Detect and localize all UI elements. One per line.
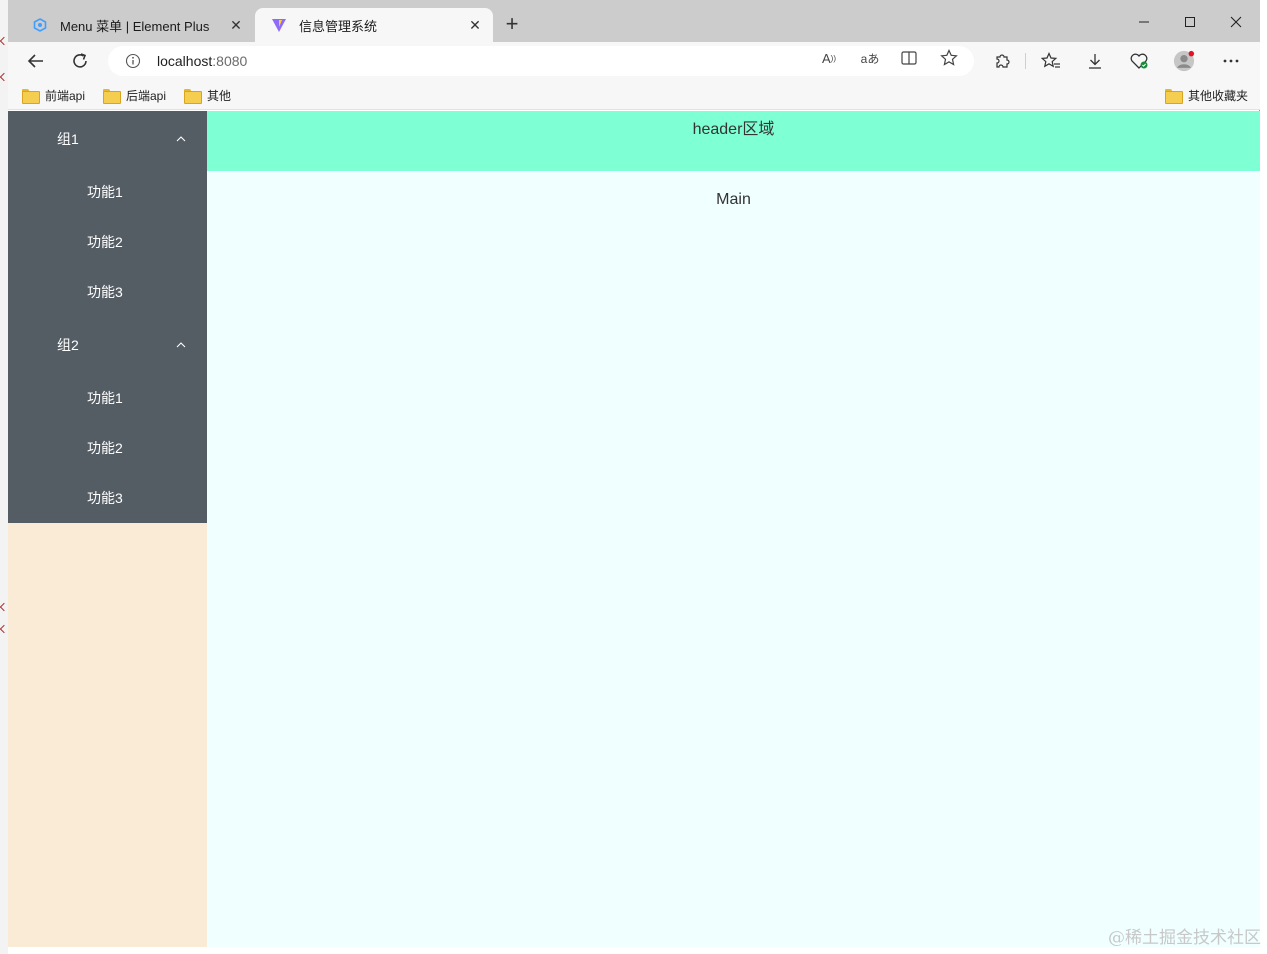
background-marker (0, 624, 9, 634)
translate-icon[interactable]: aあ (859, 49, 881, 67)
split-screen-icon[interactable] (899, 49, 919, 67)
back-arrow-icon[interactable] (22, 47, 50, 75)
menu-group-label: 组1 (57, 131, 79, 147)
bookmarks-bar: 前端api 后端api 其他 其他收藏夹 (8, 80, 1260, 110)
downloads-icon[interactable] (1084, 50, 1106, 72)
more-menu-icon[interactable] (1220, 50, 1242, 72)
page-header: header区域 (207, 111, 1260, 171)
bookmark-folder[interactable]: 后端api (103, 85, 166, 105)
other-favorites-folder[interactable]: 其他收藏夹 (1165, 85, 1248, 105)
page-viewport: 组1 功能1 功能2 功能3 组2 功能1 功能2 功能3 header区域 M… (8, 111, 1260, 947)
menu-item-label: 功能1 (87, 184, 123, 200)
menu-item-label: 功能3 (87, 490, 123, 506)
main-text: Main (716, 191, 751, 208)
bookmark-label: 后端api (126, 88, 167, 103)
menu-group-label: 组2 (57, 337, 79, 353)
bookmark-folder[interactable]: 其他 (184, 85, 231, 105)
close-window-icon[interactable] (1213, 8, 1259, 36)
menu-item-label: 功能3 (87, 284, 123, 300)
browser-toolbar: localhost:8080 A)) aあ (8, 42, 1260, 80)
translate-label: aあ (860, 51, 880, 66)
bookmark-label: 其他 (207, 88, 232, 103)
background-marker (0, 36, 9, 46)
info-icon[interactable] (125, 53, 141, 69)
close-tab-icon[interactable]: ✕ (467, 17, 483, 33)
refresh-icon[interactable] (66, 47, 94, 75)
element-plus-icon (32, 17, 48, 33)
menu-item-g2-feature1[interactable]: 功能1 (8, 373, 207, 423)
background-marker (0, 602, 9, 612)
minimize-icon[interactable] (1121, 8, 1167, 36)
menu-group-2[interactable]: 组2 (8, 317, 207, 373)
background-window-strip (0, 0, 9, 954)
tab-info-system[interactable]: 信息管理系统 ✕ (255, 8, 493, 42)
background-marker (0, 72, 9, 82)
tab-strip: Menu 菜单 | Element Plus ✕ 信息管理系统 ✕ + (8, 0, 1260, 42)
tab-title: 信息管理系统 (299, 18, 378, 34)
tab-title: Menu 菜单 | Element Plus (60, 18, 210, 34)
vite-icon (271, 17, 287, 33)
close-tab-icon[interactable]: ✕ (228, 17, 244, 33)
menu-item-g1-feature1[interactable]: 功能1 (8, 167, 207, 217)
folder-icon (184, 88, 202, 104)
page-main: Main (207, 171, 1260, 947)
bookmark-label: 前端api (45, 88, 86, 103)
browser-window: Menu 菜单 | Element Plus ✕ 信息管理系统 ✕ + loca… (8, 0, 1260, 947)
new-tab-icon[interactable]: + (500, 13, 524, 37)
menu-item-label: 功能2 (87, 234, 123, 250)
menu-item-label: 功能2 (87, 440, 123, 456)
menu-item-label: 功能1 (87, 390, 123, 406)
menu-item-g2-feature3[interactable]: 功能3 (8, 473, 207, 523)
folder-icon (1165, 88, 1183, 104)
aside: 组1 功能1 功能2 功能3 组2 功能1 功能2 功能3 (8, 111, 207, 947)
menu-item-g2-feature2[interactable]: 功能2 (8, 423, 207, 473)
chevron-up-icon (175, 339, 187, 351)
menu-group-1[interactable]: 组1 (8, 111, 207, 167)
read-aloud-icon[interactable]: A)) (819, 49, 839, 67)
url-text: localhost:8080 (157, 53, 247, 69)
sidebar-menu: 组1 功能1 功能2 功能3 组2 功能1 功能2 功能3 (8, 111, 207, 523)
tab-element-plus[interactable]: Menu 菜单 | Element Plus ✕ (16, 8, 254, 42)
menu-item-g1-feature2[interactable]: 功能2 (8, 217, 207, 267)
menu-item-g1-feature3[interactable]: 功能3 (8, 267, 207, 317)
chevron-up-icon (175, 133, 187, 145)
folder-icon (103, 88, 121, 104)
maximize-icon[interactable] (1167, 8, 1213, 36)
watermark: @稀土掘金技术社区 (1108, 928, 1261, 948)
address-bar[interactable]: localhost:8080 (108, 46, 974, 76)
favorites-icon[interactable] (1040, 50, 1062, 72)
bookmark-folder[interactable]: 前端api (22, 85, 85, 105)
url-host: localhost (157, 53, 213, 69)
browser-essentials-icon[interactable] (1128, 50, 1150, 72)
folder-icon (22, 88, 40, 104)
toolbar-divider (1025, 53, 1026, 69)
url-port: :8080 (212, 53, 248, 69)
favorite-star-icon[interactable] (939, 49, 959, 67)
bookmark-label: 其他收藏夹 (1188, 88, 1249, 103)
profile-avatar-icon[interactable] (1173, 50, 1195, 72)
extensions-icon[interactable] (991, 50, 1013, 72)
read-aloud-label: A (822, 50, 831, 66)
header-text: header区域 (692, 121, 775, 138)
